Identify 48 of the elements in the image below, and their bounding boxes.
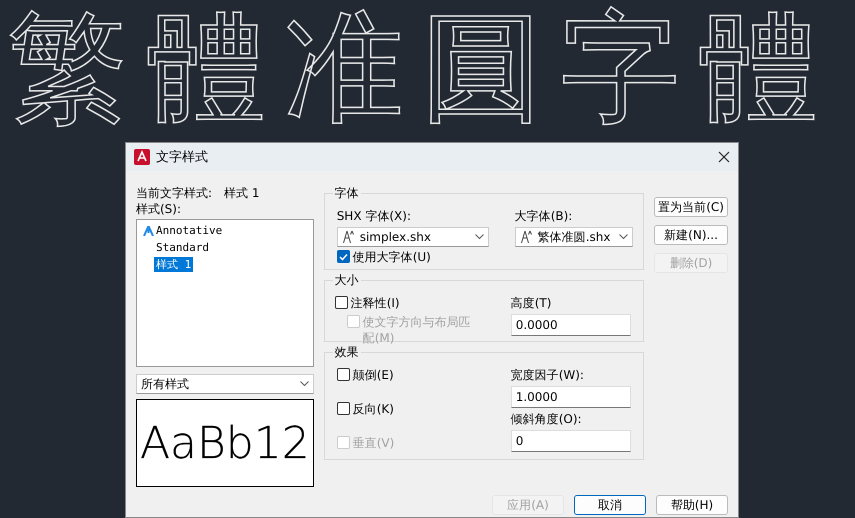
close-icon[interactable] [718, 151, 730, 163]
annotative-icon [143, 226, 154, 236]
group-title: 字体 [332, 185, 361, 202]
checkbox[interactable]: 使用大字体(U) [336, 249, 636, 265]
checkbox-label: 使用大字体(U) [352, 249, 431, 265]
font-icon [520, 230, 534, 244]
canvas-outline-text: 繁體准圓字體 [7, 0, 837, 140]
side-button[interactable]: 新建(N)... [654, 225, 728, 245]
checkbox[interactable]: 反向(K) [336, 401, 511, 417]
dialog-button[interactable]: 取消 [574, 495, 646, 515]
checkbox-label: 反向(K) [352, 401, 394, 417]
checkbox[interactable]: 注释性(I) [334, 295, 511, 311]
checkbox-box[interactable] [336, 250, 350, 263]
styles-label: 样式(S): [136, 201, 182, 217]
checkbox-label: 垂直(V) [352, 435, 394, 451]
current-style-value: 样式 1 [224, 185, 260, 201]
dialog-button[interactable]: 帮助(H) [656, 495, 728, 515]
side-button[interactable]: 置为当前(C) [654, 197, 728, 217]
chevron-down-icon [300, 381, 309, 387]
checkbox-label: 注释性(I) [350, 295, 400, 311]
checkbox[interactable]: 颠倒(E) [336, 367, 511, 383]
checkbox-box[interactable] [336, 368, 350, 381]
width-factor-input[interactable]: 1.0000 [510, 386, 631, 408]
big-font-dropdown[interactable]: 繁体准圆.shx [514, 227, 633, 247]
style-list-item[interactable]: 样式 1 [154, 257, 194, 272]
shx-font-label: SHX 字体(X): [336, 208, 412, 224]
oblique-angle-label: 倾斜角度(O): [510, 411, 583, 427]
font-icon [342, 230, 356, 244]
style-list-item[interactable]: Standard [154, 241, 211, 254]
height-input[interactable]: 0.0000 [510, 314, 631, 336]
current-style-label: 当前文字样式: [136, 185, 212, 201]
group-title: 效果 [332, 344, 361, 361]
checkbox-label: 颠倒(E) [352, 367, 394, 383]
chevron-down-icon [618, 234, 628, 240]
checkbox-box[interactable] [334, 296, 348, 309]
style-filter-dropdown[interactable]: 所有样式 [136, 374, 314, 394]
shx-font-dropdown[interactable]: simplex.shx [336, 227, 489, 247]
oblique-angle-input[interactable]: 0 [510, 430, 631, 452]
app-logo-icon [134, 149, 150, 165]
window-title: 文字样式 [156, 149, 209, 166]
style-list-item[interactable]: Annotative [154, 224, 224, 237]
chevron-down-icon [474, 234, 484, 240]
width-factor-label: 宽度因子(W): [510, 367, 585, 383]
font-preview: AaBb12 [136, 399, 314, 487]
height-label: 高度(T) [510, 295, 552, 311]
group-title: 大小 [332, 272, 361, 289]
checkbox-box[interactable] [336, 402, 350, 415]
big-font-label: 大字体(B): [514, 208, 574, 224]
